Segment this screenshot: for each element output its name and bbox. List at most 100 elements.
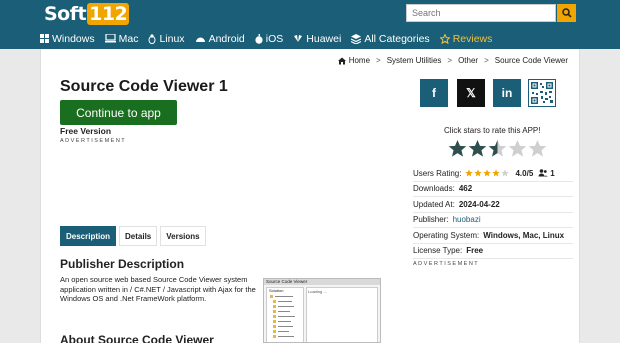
nav-all-categories[interactable]: All Categories (351, 32, 430, 45)
users-icon (538, 169, 549, 177)
nav-linux[interactable]: Linux (148, 32, 185, 45)
downloads-row: Downloads: 462 (413, 182, 573, 197)
nav-reviews[interactable]: Reviews (439, 32, 493, 45)
continue-to-app-button[interactable]: Continue to app (60, 100, 177, 125)
nav-label: Android (208, 32, 245, 45)
os-row: Operating System: Windows, Mac, Linux (413, 228, 573, 244)
breadcrumb-separator: > (447, 56, 453, 65)
qr-code[interactable] (528, 79, 556, 107)
tab-description[interactable]: Description (60, 226, 117, 246)
publisher-link[interactable]: huobazi (453, 215, 481, 224)
license-label: Free Version (60, 126, 112, 136)
nav-windows[interactable]: Windows (40, 33, 95, 45)
users-rating-value: 4.0/5 (515, 168, 534, 178)
app-info-panel: Users Rating: 4.0/5 1 Downloads: 462 Upd… (413, 166, 573, 259)
breadcrumb: Home > System Utilities > Other > Source… (337, 56, 571, 65)
tab-details[interactable]: Details (119, 226, 158, 246)
linux-icon (148, 33, 156, 44)
nav-label: Linux (159, 32, 185, 45)
breadcrumb-separator: > (484, 56, 489, 65)
rate-prompt: Click stars to rate this APP! (444, 126, 541, 135)
linkedin-share-button[interactable]: in (493, 79, 521, 107)
os-label: Operating System: (413, 230, 480, 240)
screenshot-title: Source Code Viewer (264, 279, 380, 285)
publisher-label: Publisher: (413, 215, 449, 225)
users-rating-stars (465, 169, 510, 177)
star-icon (439, 33, 450, 44)
publisher-description-text: An open source web based Source Code Vie… (60, 275, 256, 303)
logo-text: Soft (44, 3, 87, 25)
nav-label: All Categories (364, 32, 430, 45)
users-rating-star-3 (483, 169, 492, 177)
nav-label: Windows (52, 32, 95, 45)
nav-label: Huawei (306, 32, 342, 45)
users-count: 1 (550, 168, 555, 178)
breadcrumb-other[interactable]: Other (458, 56, 478, 65)
search-input[interactable] (406, 4, 556, 22)
rate-stars[interactable] (448, 139, 548, 158)
downloads-label: Downloads: (413, 184, 455, 194)
screenshot-tree-label: Solution (269, 288, 284, 293)
site-logo[interactable]: Soft 112 (44, 3, 130, 25)
layers-icon (351, 33, 362, 44)
publisher-description-heading: Publisher Description (60, 257, 185, 271)
nav-label: Reviews (452, 32, 493, 45)
license-type-value: Free (466, 246, 484, 256)
rate-star-3[interactable] (488, 139, 507, 158)
publisher-row: Publisher: huobazi (413, 213, 573, 228)
nav-label: Mac (118, 32, 139, 45)
search-icon (561, 8, 572, 18)
nav-huawei[interactable]: Huawei (293, 33, 341, 45)
screenshot-tree-panel: Solution (266, 287, 304, 342)
breadcrumb-separator: > (376, 56, 381, 65)
mac-icon (104, 34, 116, 43)
nav-mac[interactable]: Mac (104, 32, 139, 45)
downloads-value: 462 (458, 184, 473, 194)
breadcrumb-current: Source Code Viewer (494, 56, 568, 65)
page-title: Source Code Viewer 1 (60, 78, 228, 95)
breadcrumb-system-utilities[interactable]: System Utilities (387, 56, 442, 65)
breadcrumb-home[interactable]: Home (349, 56, 370, 65)
huawei-icon (294, 35, 303, 42)
users-rating-label: Users Rating: (413, 168, 462, 178)
rate-star-5[interactable] (528, 139, 547, 158)
advertisement-label: ADVERTISEMENT (60, 138, 127, 144)
nav-ios[interactable]: iOS (255, 32, 284, 45)
nav-android[interactable]: Android (195, 33, 245, 45)
users-rating-star-4 (492, 169, 501, 177)
qr-code-icon (531, 82, 553, 104)
home-icon (337, 57, 346, 64)
logo-number: 112 (87, 3, 130, 25)
advertisement-label-sidebar: ADVERTISEMENT (413, 261, 480, 267)
rate-star-4[interactable] (508, 139, 527, 158)
nav-label: iOS (265, 32, 284, 45)
users-rating-star-2 (474, 169, 483, 177)
x-icon: 𝕏 (466, 86, 476, 100)
tab-versions[interactable]: Versions (160, 226, 206, 246)
search-button[interactable] (557, 4, 576, 22)
x-share-button[interactable]: 𝕏 (457, 79, 485, 107)
windows-icon (40, 34, 49, 43)
top-bar: Soft 112 (0, 0, 620, 28)
android-icon (195, 37, 205, 42)
updated-label: Updated At: (413, 199, 455, 209)
updated-row: Updated At: 2024-04-22 (413, 197, 573, 213)
main-nav: Windows Mac Linux Android iOS Huawei All… (0, 28, 620, 49)
linkedin-icon: in (501, 86, 513, 100)
facebook-icon: f (432, 86, 436, 100)
screenshot-content-panel: Loading ... (306, 287, 378, 342)
content-area: Home > System Utilities > Other > Source… (40, 49, 580, 343)
os-value: Windows, Mac, Linux (483, 230, 565, 240)
about-heading: About Source Code Viewer (60, 333, 214, 343)
rate-star-2[interactable] (468, 139, 487, 158)
license-row: License Type: Free (413, 244, 573, 259)
users-rating-star-5 (501, 169, 510, 177)
rate-star-1[interactable] (448, 139, 467, 158)
app-screenshot[interactable]: Source Code Viewer Solution Loading ... (263, 278, 381, 343)
users-rating-star-1 (465, 169, 474, 177)
apple-icon (255, 33, 263, 44)
license-type-label: License Type: (413, 246, 463, 256)
users-rating-row: Users Rating: 4.0/5 1 (413, 166, 573, 182)
facebook-share-button[interactable]: f (420, 79, 448, 107)
updated-value: 2024-04-22 (458, 199, 500, 209)
